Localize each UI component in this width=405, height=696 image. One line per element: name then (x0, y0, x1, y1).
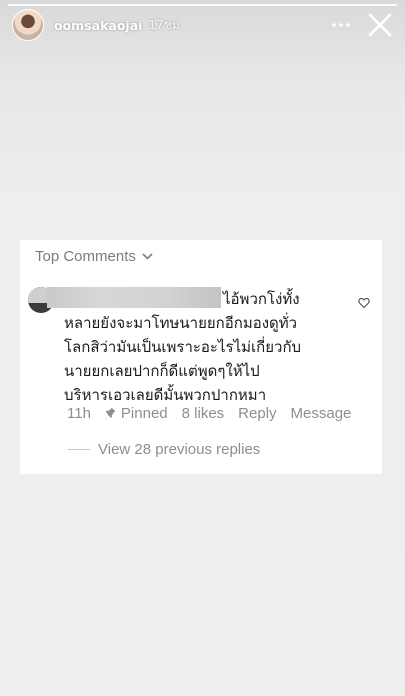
comment-card: Top Comments ไอ้พวกโง่ทั้ง หลายยังจะมาโท… (20, 240, 382, 474)
comment-line: หลายยังจะมาโทษนายยกอีกมองดูทั่ว (64, 314, 298, 332)
comment-line: บริหารเอวเลยดีมั้นพวกปากหมา (64, 386, 267, 404)
story-timestamp: 17ชม. (148, 17, 184, 32)
comment-age: 11h (67, 405, 91, 422)
likes-count[interactable]: 8 likes (182, 405, 225, 422)
comment-meta: 11h Pinned 8 likes Reply Message (67, 405, 365, 422)
top-comments-label: Top Comments (35, 248, 136, 265)
comment-line: ไอ้พวกโง่ทั้ง (223, 290, 300, 308)
pinned-indicator: Pinned (105, 405, 168, 422)
pin-icon (105, 407, 116, 420)
message-button[interactable]: Message (291, 405, 352, 422)
reply-button[interactable]: Reply (238, 405, 276, 422)
top-comments-header[interactable]: Top Comments (35, 248, 153, 265)
close-icon[interactable] (367, 12, 393, 38)
pinned-label: Pinned (120, 405, 168, 422)
chevron-down-icon (142, 253, 153, 260)
view-replies-label: View 28 previous replies (98, 441, 261, 458)
story-username[interactable]: oomsakaojai (54, 18, 142, 33)
story-progress-bar (8, 4, 397, 6)
replies-divider (68, 449, 90, 450)
more-dots-icon[interactable] (329, 13, 353, 37)
comment-line: โลกสิว่ามันเป็นเพราะอะไรไม่เกี่ยวกับ (64, 338, 302, 356)
story-header: oomsakaojai 17ชม. (12, 8, 393, 42)
comment-body: ไอ้พวกโง่ทั้ง หลายยังจะมาโทษนายยกอีกมองด… (64, 287, 354, 407)
view-replies-link[interactable]: View 28 previous replies (68, 441, 260, 458)
avatar[interactable] (12, 9, 44, 41)
comment-line: นายยกเลยปากก็ดีแต่พูดๆให้ไป (64, 362, 260, 380)
heart-icon[interactable] (358, 297, 370, 309)
